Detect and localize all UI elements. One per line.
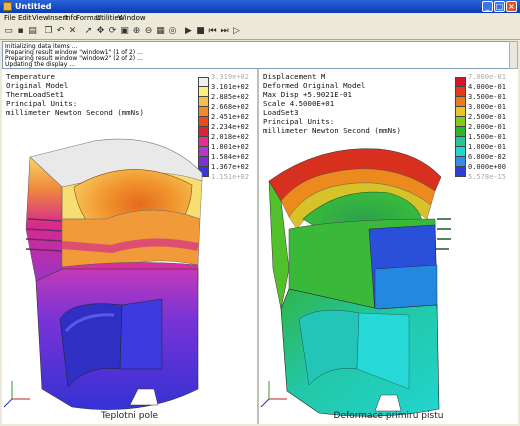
pointer-icon[interactable]: ➚ bbox=[83, 26, 94, 37]
maximize-button[interactable]: □ bbox=[494, 1, 505, 12]
toolbar: ▭ ▪ ▤ ❐ ↶ ✕ ➚ ✥ ⟳ ▣ ⊕ ⊖ ▦ ◎ ▶ ■ ⏮ ⏭ ▷ bbox=[0, 24, 520, 40]
step-icon[interactable]: ▷ bbox=[231, 26, 242, 37]
app-icon bbox=[3, 2, 12, 11]
menu-bar: File Edit View Insert Info Format Utilit… bbox=[0, 13, 520, 24]
view-caption: Teplotni pole bbox=[100, 411, 159, 421]
menu-file[interactable]: File bbox=[4, 14, 16, 22]
menu-window[interactable]: Window bbox=[118, 14, 146, 22]
last-frame-icon[interactable]: ⏭ bbox=[219, 26, 230, 37]
view-manager-icon[interactable]: ▦ bbox=[155, 26, 166, 37]
zoom-out-icon[interactable]: ⊖ bbox=[143, 26, 154, 37]
application-window: Untitled _ □ × File Edit View Insert Inf… bbox=[0, 0, 520, 426]
refit-icon[interactable]: ▣ bbox=[119, 26, 130, 37]
orient-icon[interactable]: ✥ bbox=[95, 26, 106, 37]
close-button[interactable]: × bbox=[506, 1, 517, 12]
zoom-in-icon[interactable]: ⊕ bbox=[131, 26, 142, 37]
open-icon[interactable]: ▭ bbox=[3, 26, 14, 37]
stop-icon[interactable]: ■ bbox=[195, 26, 206, 37]
menu-edit[interactable]: Edit bbox=[18, 14, 32, 22]
menu-view[interactable]: View bbox=[32, 14, 49, 22]
copy-icon[interactable]: ❐ bbox=[43, 26, 54, 37]
title-bar: Untitled _ □ × bbox=[0, 0, 520, 13]
play-icon[interactable]: ▶ bbox=[183, 26, 194, 37]
result-window-displacement[interactable]: Displacement M Deformed Original Model M… bbox=[259, 69, 518, 424]
piston-displacement-model[interactable] bbox=[259, 69, 518, 424]
animate-icon[interactable]: ◎ bbox=[167, 26, 178, 37]
delete-icon[interactable]: ✕ bbox=[67, 26, 78, 37]
minimize-button[interactable]: _ bbox=[482, 1, 493, 12]
view-caption: Deformace primiru pistu bbox=[333, 411, 444, 421]
print-icon[interactable]: ▤ bbox=[27, 26, 38, 37]
undo-icon[interactable]: ↶ bbox=[55, 26, 66, 37]
spin-icon[interactable]: ⟳ bbox=[107, 26, 118, 37]
log-line: Updating the display ... bbox=[5, 61, 75, 68]
result-window-temperature[interactable]: Temperature Original Model ThermLoadSet1… bbox=[2, 69, 257, 424]
first-frame-icon[interactable]: ⏮ bbox=[207, 26, 218, 37]
save-icon[interactable]: ▪ bbox=[15, 26, 26, 37]
window-title: Untitled bbox=[15, 2, 52, 11]
piston-temperature-model[interactable] bbox=[2, 69, 257, 424]
message-log: Initializing data items ... Preparing re… bbox=[2, 41, 510, 69]
log-scrollbar[interactable] bbox=[509, 41, 518, 69]
